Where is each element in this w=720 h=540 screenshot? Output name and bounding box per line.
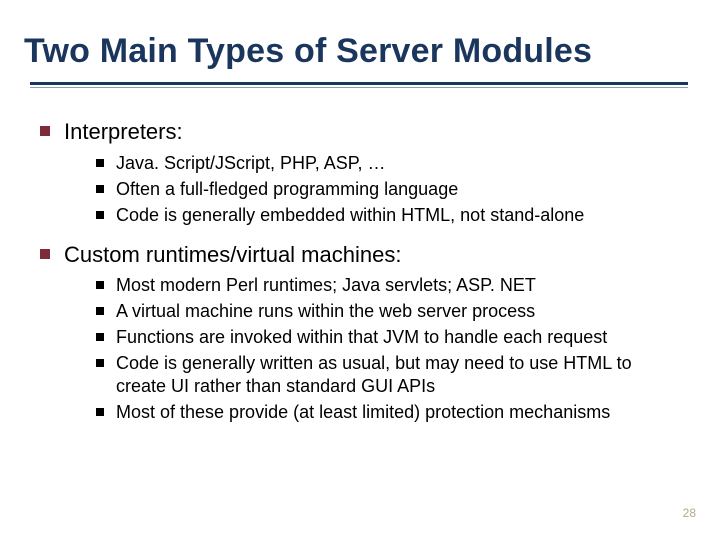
square-bullet-icon [40,249,50,259]
list-item: Often a full-fledged programming languag… [96,178,682,201]
list-item: Most modern Perl runtimes; Java servlets… [96,274,682,297]
square-bullet-icon [96,185,104,193]
section-items: Java. Script/JScript, PHP, ASP, … Often … [96,152,682,227]
list-item-text: Java. Script/JScript, PHP, ASP, … [116,152,385,175]
list-item-text: Most of these provide (at least limited)… [116,401,610,424]
list-item-text: Code is generally embedded within HTML, … [116,204,584,227]
list-item: Functions are invoked within that JVM to… [96,326,682,349]
square-bullet-icon [40,126,50,136]
square-bullet-icon [96,408,104,416]
list-item-text: Most modern Perl runtimes; Java servlets… [116,274,536,297]
list-item: Code is generally written as usual, but … [96,352,682,398]
square-bullet-icon [96,359,104,367]
section-heading: Custom runtimes/virtual machines: [40,241,682,269]
section-heading: Interpreters: [40,118,682,146]
list-item-text: A virtual machine runs within the web se… [116,300,535,323]
slide: Two Main Types of Server Modules Interpr… [0,0,720,540]
list-item: A virtual machine runs within the web se… [96,300,682,323]
list-item: Code is generally embedded within HTML, … [96,204,682,227]
list-item-text: Code is generally written as usual, but … [116,352,676,398]
section-heading-text: Interpreters: [64,118,183,146]
slide-body: Interpreters: Java. Script/JScript, PHP,… [40,118,682,438]
section-heading-text: Custom runtimes/virtual machines: [64,241,401,269]
square-bullet-icon [96,281,104,289]
square-bullet-icon [96,159,104,167]
square-bullet-icon [96,211,104,219]
title-underline [30,82,688,88]
section-items: Most modern Perl runtimes; Java servlets… [96,274,682,424]
page-number: 28 [683,506,696,520]
list-item: Java. Script/JScript, PHP, ASP, … [96,152,682,175]
square-bullet-icon [96,333,104,341]
square-bullet-icon [96,307,104,315]
list-item-text: Often a full-fledged programming languag… [116,178,458,201]
list-item: Most of these provide (at least limited)… [96,401,682,424]
list-item-text: Functions are invoked within that JVM to… [116,326,607,349]
slide-title: Two Main Types of Server Modules [24,32,592,71]
